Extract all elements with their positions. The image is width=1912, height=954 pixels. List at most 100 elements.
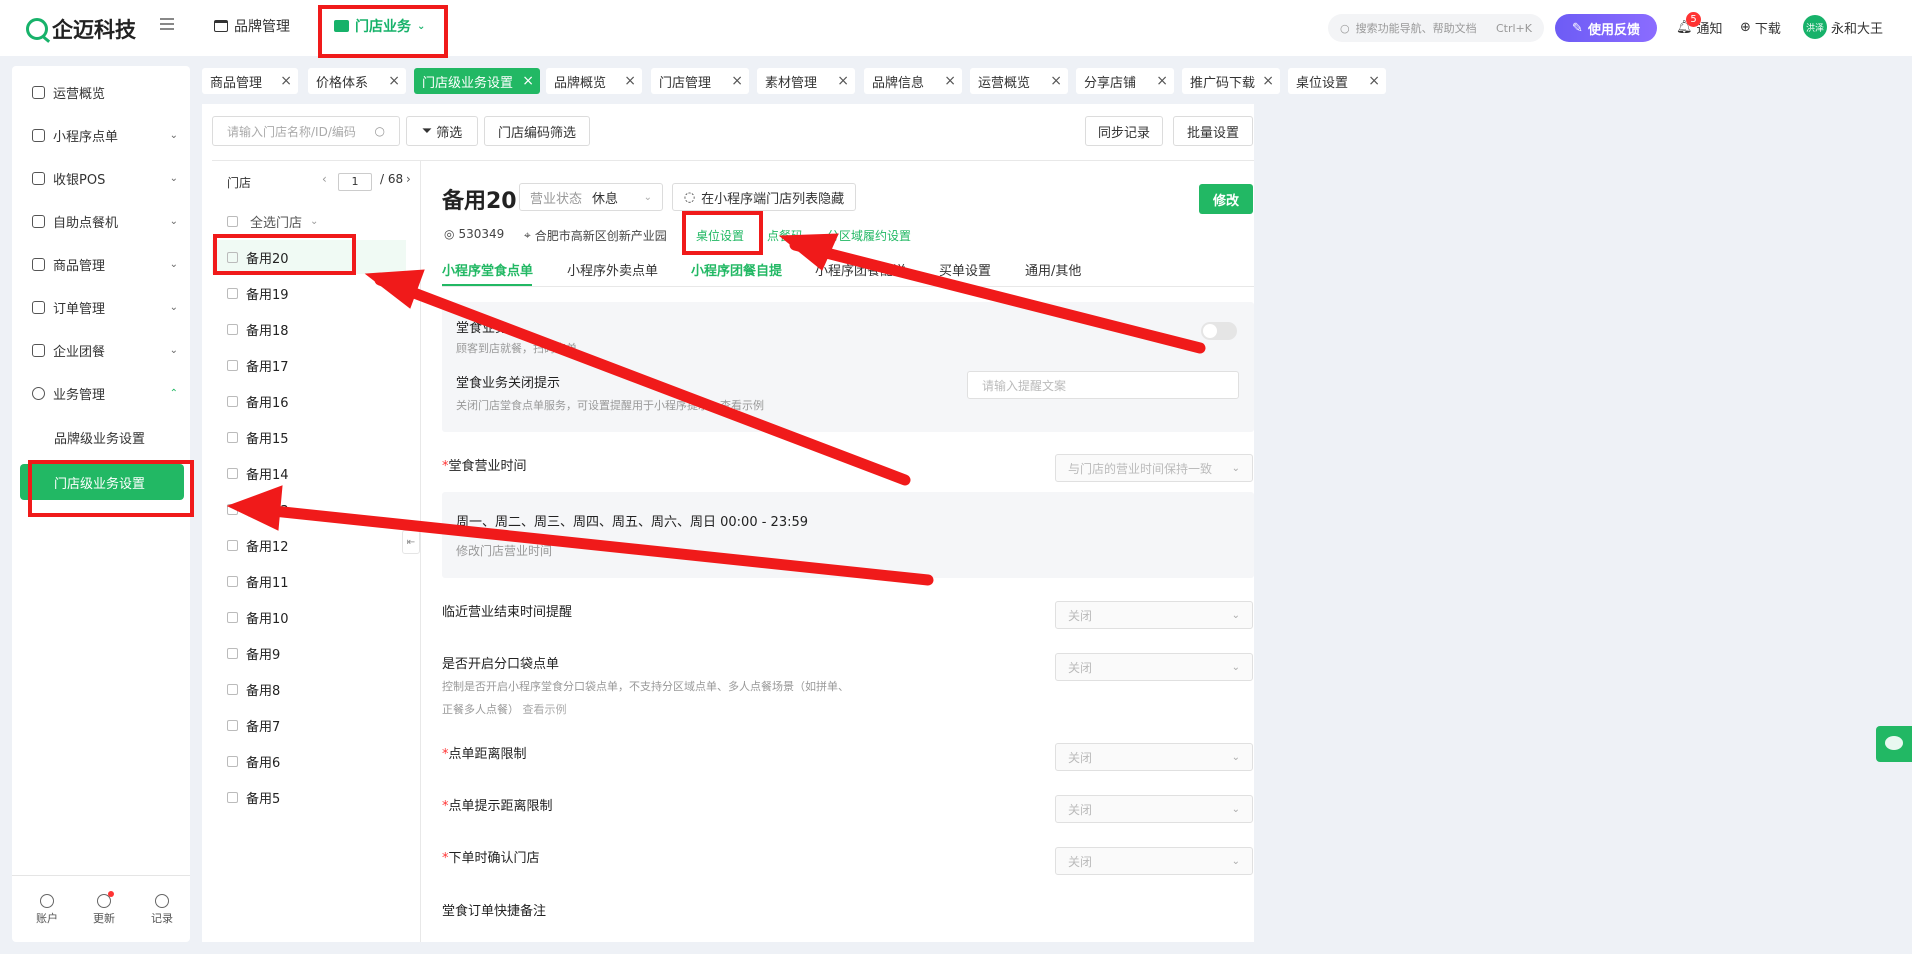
global-search[interactable]: ○ 搜索功能导航、帮助文档 Ctrl+K	[1328, 14, 1544, 42]
sidebar-item-business[interactable]: 业务管理 ⌃	[32, 378, 188, 408]
checkbox[interactable]	[227, 323, 238, 335]
store-row[interactable]: 备用5	[212, 780, 406, 814]
collapse-list-handle[interactable]: ⇤	[402, 530, 420, 554]
chat-float-button[interactable]	[1876, 726, 1912, 762]
tab-ops-overview[interactable]: 运营概览 ×	[970, 68, 1068, 94]
tab-brand-info[interactable]: 品牌信息 ×	[864, 68, 962, 94]
checkbox[interactable]	[227, 719, 238, 731]
subtab-group-pickup[interactable]: 小程序团餐自提	[691, 260, 782, 279]
checkbox[interactable]	[227, 539, 238, 551]
close-icon[interactable]: ×	[1156, 73, 1168, 89]
next-page-icon[interactable]: ›	[406, 172, 411, 186]
tab-store-settings[interactable]: 门店级业务设置 ×	[414, 68, 540, 94]
store-row[interactable]: 备用16	[212, 384, 406, 418]
sidebar-item-overview[interactable]: 运营概览	[32, 77, 188, 107]
hours-edit-link[interactable]: 修改门店营业时间	[456, 542, 552, 559]
distance-tip-select[interactable]: 关闭 ⌄	[1055, 795, 1253, 823]
checkbox[interactable]	[227, 287, 238, 299]
tab-share-store[interactable]: 分享店铺 ×	[1076, 68, 1174, 94]
checkbox[interactable]	[227, 215, 238, 227]
checkbox[interactable]	[227, 503, 238, 515]
subtab-takeout[interactable]: 小程序外卖点单	[567, 260, 658, 279]
close-icon[interactable]: ×	[944, 73, 956, 89]
close-icon[interactable]: ×	[1262, 73, 1274, 89]
filter-button[interactable]: ⏷ 筛选	[406, 116, 478, 146]
store-row[interactable]: 备用7	[212, 708, 406, 742]
store-row[interactable]: 备用18	[212, 312, 406, 346]
store-row[interactable]: 备用8	[212, 672, 406, 706]
checkbox[interactable]	[227, 359, 238, 371]
close-icon[interactable]: ×	[837, 73, 849, 89]
sync-record-button[interactable]: 同步记录	[1085, 116, 1163, 146]
bag-select[interactable]: 关闭 ⌄	[1055, 653, 1253, 681]
subtab-group-delivery[interactable]: 小程序团餐配送	[815, 260, 906, 279]
subtab-bill[interactable]: 买单设置	[939, 260, 991, 279]
bag-example-link[interactable]: 查看示例	[523, 703, 567, 716]
prev-page-icon[interactable]: ‹	[322, 172, 327, 186]
tab-brand-overview[interactable]: 品牌概览 ×	[546, 68, 642, 94]
brand-logo[interactable]: 企迈科技	[26, 14, 136, 44]
select-all-row[interactable]: 全选门店 ⌄	[212, 204, 406, 238]
notify-button[interactable]: 🔔︎ 5 通知	[1676, 12, 1723, 37]
checkbox[interactable]	[227, 791, 238, 803]
store-row[interactable]: 备用11	[212, 564, 406, 598]
checkbox[interactable]	[227, 683, 238, 695]
sidebar-item-miniapp[interactable]: 小程序点单 ⌄	[32, 120, 188, 150]
sidebar-item-pos[interactable]: 收银POS ⌄	[32, 163, 188, 193]
tab-store-manage[interactable]: 门店管理 ×	[651, 68, 749, 94]
link-zone-settings[interactable]: 分区域履约设置	[827, 227, 911, 244]
close-icon[interactable]: ×	[522, 73, 534, 89]
tab-goods[interactable]: 商品管理 ×	[202, 68, 298, 94]
end-remind-select[interactable]: 关闭 ⌄	[1055, 601, 1253, 629]
sidebar-item-kiosk[interactable]: 自助点餐机 ⌄	[32, 206, 188, 236]
checkbox[interactable]	[227, 755, 238, 767]
sidebar-account-button[interactable]: 账户	[36, 894, 58, 926]
sidebar-update-button[interactable]: 更新	[93, 891, 115, 926]
store-row[interactable]: 备用19	[212, 276, 406, 310]
checkbox[interactable]	[227, 395, 238, 407]
sidebar-item-goods[interactable]: 商品管理 ⌄	[32, 249, 188, 279]
store-row[interactable]: 备用6	[212, 744, 406, 778]
top-nav-brand[interactable]: 品牌管理	[214, 16, 290, 36]
tab-price[interactable]: 价格体系 ×	[308, 68, 406, 94]
checkbox[interactable]	[227, 611, 238, 623]
download-button[interactable]: ⊕ 下载	[1740, 18, 1781, 37]
checkbox[interactable]	[227, 647, 238, 659]
store-row[interactable]: 备用17	[212, 348, 406, 382]
batch-set-button[interactable]: 批量设置	[1173, 116, 1253, 146]
close-icon[interactable]: ×	[731, 73, 743, 89]
close-icon[interactable]: ×	[280, 73, 292, 89]
tab-promo-download[interactable]: 推广码下载 ×	[1182, 68, 1280, 94]
hours-select[interactable]: 与门店的营业时间保持一致 ⌄	[1055, 454, 1253, 482]
store-search-input[interactable]: 请输入门店名称/ID/编码 ○	[212, 116, 400, 146]
store-row[interactable]: 备用15	[212, 420, 406, 454]
store-row[interactable]: 备用10	[212, 600, 406, 634]
distance-select[interactable]: 关闭 ⌄	[1055, 743, 1253, 771]
feedback-button[interactable]: ✎ 使用反馈	[1555, 14, 1657, 42]
menu-collapse-icon[interactable]	[160, 18, 174, 32]
user-menu[interactable]: 洪泽 永和大王	[1803, 15, 1883, 39]
checkbox[interactable]	[227, 431, 238, 443]
store-row[interactable]: 备用13	[212, 492, 406, 526]
sidebar-record-button[interactable]: 记录	[151, 894, 173, 926]
checkbox[interactable]	[227, 467, 238, 479]
confirm-store-select[interactable]: 关闭 ⌄	[1055, 847, 1253, 875]
status-select[interactable]: 营业状态 休息 ⌄	[519, 183, 663, 211]
close-tip-input[interactable]: 请输入提醒文案	[967, 371, 1239, 399]
hide-in-list-button[interactable]: ◌ 在小程序端门店列表隐藏	[672, 183, 856, 211]
sidebar-item-orders[interactable]: 订单管理 ⌄	[32, 292, 188, 322]
close-icon[interactable]: ×	[624, 73, 636, 89]
page-input[interactable]: 1	[338, 173, 372, 191]
edit-button[interactable]: 修改	[1199, 184, 1253, 214]
close-icon[interactable]: ×	[1368, 73, 1380, 89]
link-order-code[interactable]: 点餐码	[767, 227, 803, 244]
code-filter-button[interactable]: 门店编码筛选	[484, 116, 590, 146]
tab-table-settings[interactable]: 桌位设置 ×	[1288, 68, 1386, 94]
dine-in-toggle[interactable]	[1201, 322, 1237, 340]
close-icon[interactable]: ×	[388, 73, 400, 89]
sidebar-sub-brand-settings[interactable]: 品牌级业务设置	[54, 428, 145, 447]
checkbox[interactable]	[227, 575, 238, 587]
store-row[interactable]: 备用9	[212, 636, 406, 670]
sidebar-item-group-meal[interactable]: 企业团餐 ⌄	[32, 335, 188, 365]
subtab-general[interactable]: 通用/其他	[1025, 260, 1081, 279]
